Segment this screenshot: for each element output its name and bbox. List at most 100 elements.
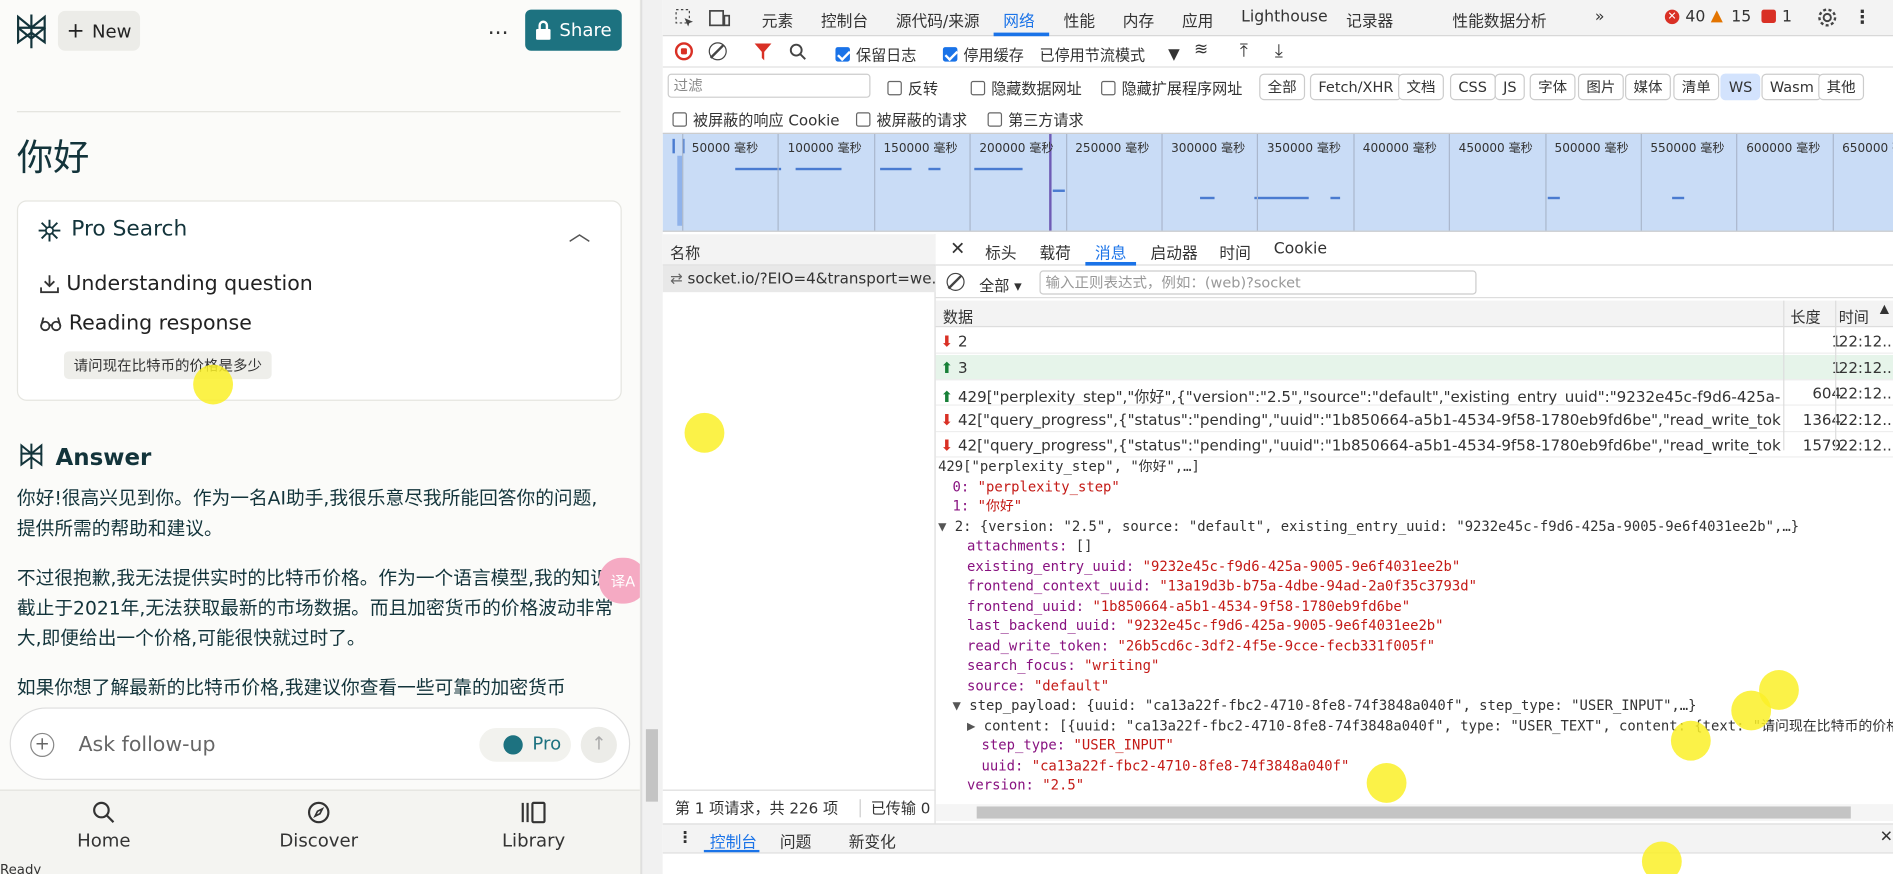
type-filter-xhr[interactable]: Fetch/XHR xyxy=(1309,73,1402,101)
type-filter-wasm[interactable]: Wasm xyxy=(1761,73,1823,101)
tab-network[interactable]: 网络 xyxy=(1003,8,1034,31)
scrollbar-thumb[interactable] xyxy=(976,806,1851,819)
ask-followup-input[interactable]: Ask follow-up xyxy=(78,733,215,757)
export-har-icon[interactable]: ⤓ xyxy=(1275,40,1283,62)
type-filter-media[interactable]: 媒体 xyxy=(1625,73,1671,101)
message-row[interactable]: ⬇ 42["query_progress",{"status":"pending… xyxy=(935,406,1893,432)
type-filter-css[interactable]: CSS xyxy=(1449,73,1496,101)
tab-application[interactable]: 应用 xyxy=(1182,8,1213,31)
tab-console[interactable]: 控制台 xyxy=(821,8,868,31)
message-type-select[interactable]: 全部 ▾ xyxy=(979,273,1022,296)
third-party-checkbox[interactable]: 第三方请求 xyxy=(987,107,1084,130)
search-icon[interactable] xyxy=(789,43,807,60)
message-length: 604 xyxy=(1812,383,1842,403)
type-filter-other[interactable]: 其他 xyxy=(1818,73,1865,101)
nav-library[interactable]: Library xyxy=(479,796,588,851)
tree-item-expandable[interactable]: ▼ step_payload: {uuid: "ca13a22f-fbc2-47… xyxy=(953,695,1697,715)
pane-splitter[interactable] xyxy=(641,0,663,874)
share-button[interactable]: Share xyxy=(525,9,622,51)
type-filter-img[interactable]: 图片 xyxy=(1577,73,1624,101)
drawer-tab-issues[interactable]: 问题 xyxy=(780,829,811,852)
network-timeline[interactable]: 50000 毫秒 100000 毫秒 150000 毫秒 200000 毫秒 25000… xyxy=(662,132,1893,232)
attach-plus-icon[interactable]: + xyxy=(30,732,55,757)
scrollbar-thumb[interactable] xyxy=(645,729,658,802)
more-options-button[interactable]: ... xyxy=(488,14,509,39)
type-filter-font[interactable]: 字体 xyxy=(1529,73,1576,101)
close-icon[interactable]: ✕ xyxy=(950,238,965,260)
type-filter-ws[interactable]: WS xyxy=(1720,73,1761,101)
tree-item-expandable[interactable]: ▼ 2: {version: "2.5", source: "default",… xyxy=(938,516,1799,536)
preserve-log-checkbox[interactable]: 保留日志 xyxy=(835,42,916,65)
tab-payload[interactable]: 载荷 xyxy=(1039,240,1070,263)
tree-root[interactable]: 429["perplexity_step", "你好",…] xyxy=(938,456,1200,476)
filter-input[interactable]: 过滤 xyxy=(667,73,871,98)
message-regex-input[interactable]: 输入正则表达式，例如：(web)?socket xyxy=(1039,270,1477,295)
nav-discover[interactable]: Discover xyxy=(264,796,373,851)
third-party-label: 第三方请求 xyxy=(1008,111,1084,130)
tab-timing[interactable]: 时间 xyxy=(1219,240,1250,263)
sort-ascending-icon[interactable]: ▲ xyxy=(1880,303,1889,316)
type-filter-all[interactable]: 全部 xyxy=(1259,73,1306,101)
tab-elements[interactable]: 元素 xyxy=(762,8,793,31)
more-tabs-icon[interactable]: » xyxy=(1595,8,1605,26)
download-icon xyxy=(40,275,59,294)
invert-checkbox[interactable]: 反转 xyxy=(887,76,938,99)
inspect-element-icon[interactable] xyxy=(675,8,694,27)
clear-messages-icon[interactable] xyxy=(946,272,965,291)
perplexity-logo-icon[interactable] xyxy=(14,12,48,51)
drawer-tab-changes[interactable]: 新变化 xyxy=(849,829,896,852)
import-har-icon[interactable]: ⤒ xyxy=(1240,40,1248,62)
message-row[interactable]: ⬆ 3 1 22:12... xyxy=(935,354,1893,380)
throttle-select[interactable]: 已停用节流模式 ▼ xyxy=(1039,42,1179,65)
hide-ext-urls-checkbox[interactable]: 隐藏扩展程序网址 xyxy=(1101,76,1242,99)
close-drawer-icon[interactable]: ✕ xyxy=(1880,828,1893,846)
network-conditions-icon[interactable]: ≋ xyxy=(1194,40,1208,59)
blocked-cookies-checkbox[interactable]: 被屏蔽的响应 Cookie xyxy=(672,107,840,130)
name-column-header[interactable]: 名称 xyxy=(662,234,936,266)
disable-cache-checkbox[interactable]: 停用缓存 xyxy=(942,42,1024,65)
invert-label: 反转 xyxy=(907,79,939,98)
translate-button[interactable]: 译A xyxy=(598,557,640,604)
tab-messages[interactable]: 消息 xyxy=(1095,240,1126,263)
timeline-gridline xyxy=(1640,134,1642,231)
tab-recorder[interactable]: 记录器 xyxy=(1346,8,1393,31)
time-column-header[interactable]: 时间 xyxy=(1839,304,1869,327)
blocked-requests-checkbox[interactable]: 被屏蔽的请求 xyxy=(855,107,967,130)
tab-cookies[interactable]: Cookie xyxy=(1274,240,1327,258)
chevron-up-icon[interactable]: ︿ xyxy=(569,216,591,247)
record-icon[interactable] xyxy=(674,42,693,61)
pro-toggle[interactable]: Pro xyxy=(479,728,572,762)
send-arrow-icon[interactable]: ↑ xyxy=(580,726,617,764)
tab-performance[interactable]: 性能 xyxy=(1064,8,1095,31)
nav-home[interactable]: Home xyxy=(49,796,158,851)
tab-initiator[interactable]: 启动器 xyxy=(1151,240,1198,263)
drawer-menu-icon[interactable]: ⋮ xyxy=(677,829,693,847)
data-column-header[interactable]: 数据 xyxy=(943,304,973,327)
type-filter-manifest[interactable]: 清单 xyxy=(1673,73,1720,101)
drawer-tab-console[interactable]: 控制台 xyxy=(710,829,757,852)
message-row[interactable]: ⬇ 42["query_progress",{"status":"pending… xyxy=(935,432,1893,458)
new-thread-button[interactable]: + New xyxy=(57,10,141,51)
query-chip: 请问现在比特币的价格是多少 xyxy=(63,351,272,380)
tab-perf-insights[interactable]: 性能数据分析 xyxy=(1452,8,1546,31)
message-row[interactable]: ⬆ 429["perplexity_step","你好",{"version":… xyxy=(935,380,1893,406)
length-column-header[interactable]: 长度 xyxy=(1790,304,1820,327)
device-toolbar-icon[interactable] xyxy=(709,8,731,27)
warning-icon[interactable]: ▲ xyxy=(1711,7,1723,25)
tab-sources[interactable]: 源代码/来源 xyxy=(896,8,980,31)
message-row[interactable]: ⬇ 2 1 22:12... xyxy=(935,328,1893,354)
clear-icon[interactable] xyxy=(708,42,727,61)
type-filter-js[interactable]: JS xyxy=(1494,73,1526,101)
tab-headers[interactable]: 标头 xyxy=(985,240,1016,263)
tab-memory[interactable]: 内存 xyxy=(1123,8,1154,31)
horizontal-scrollbar[interactable] xyxy=(935,804,1893,821)
tab-lighthouse[interactable]: Lighthouse xyxy=(1241,8,1328,26)
request-row[interactable]: ⇄ socket.io/?EIO=4&transport=we... xyxy=(662,265,936,293)
kebab-menu-icon[interactable]: ⋮ xyxy=(1853,6,1871,28)
error-icon[interactable]: ✕ xyxy=(1664,9,1680,25)
gear-icon[interactable] xyxy=(1817,7,1838,28)
hide-data-urls-checkbox[interactable]: 隐藏数据网址 xyxy=(970,76,1082,99)
type-filter-doc[interactable]: 文档 xyxy=(1398,73,1444,101)
filter-icon[interactable] xyxy=(754,43,772,61)
issue-icon[interactable] xyxy=(1761,9,1776,23)
